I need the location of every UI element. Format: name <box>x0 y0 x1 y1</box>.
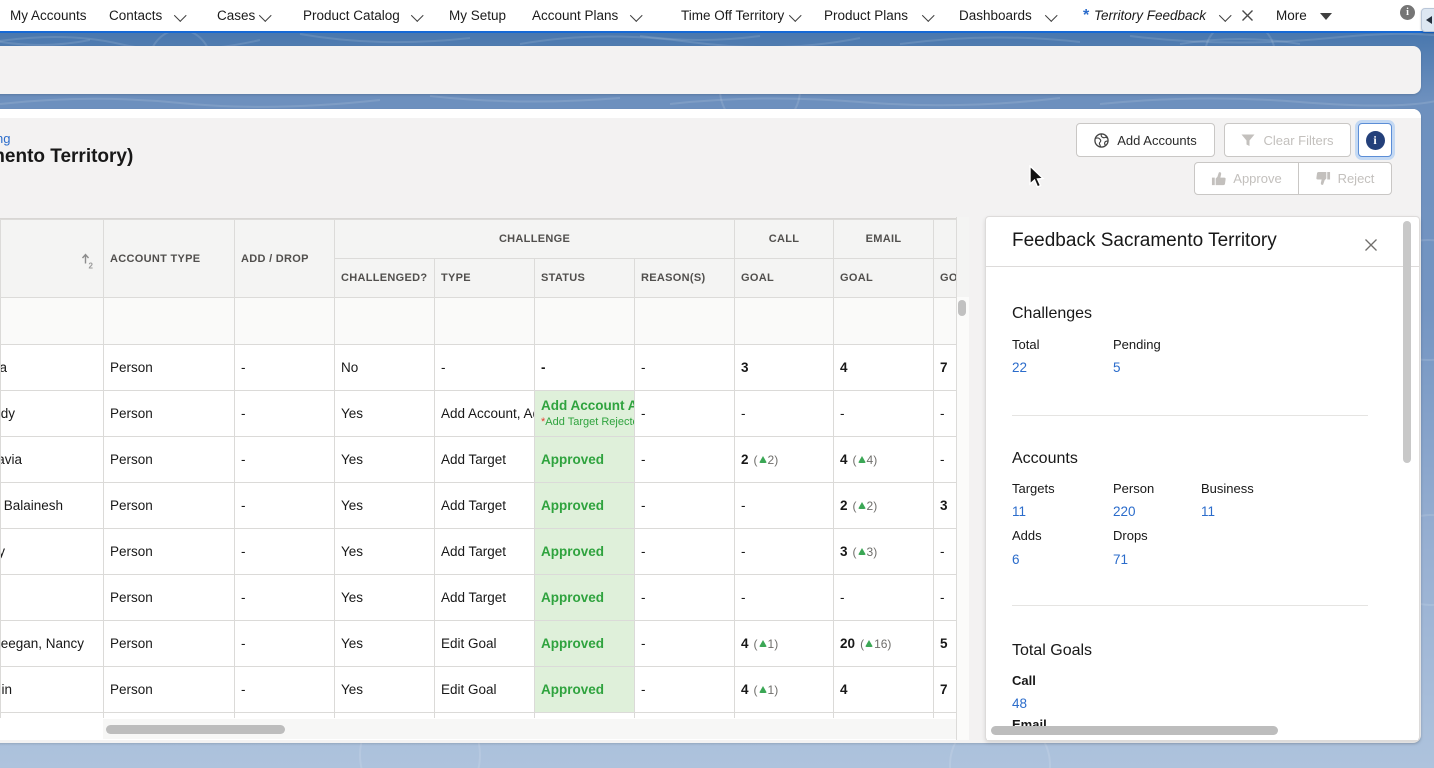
svg-text:2: 2 <box>89 262 94 270</box>
